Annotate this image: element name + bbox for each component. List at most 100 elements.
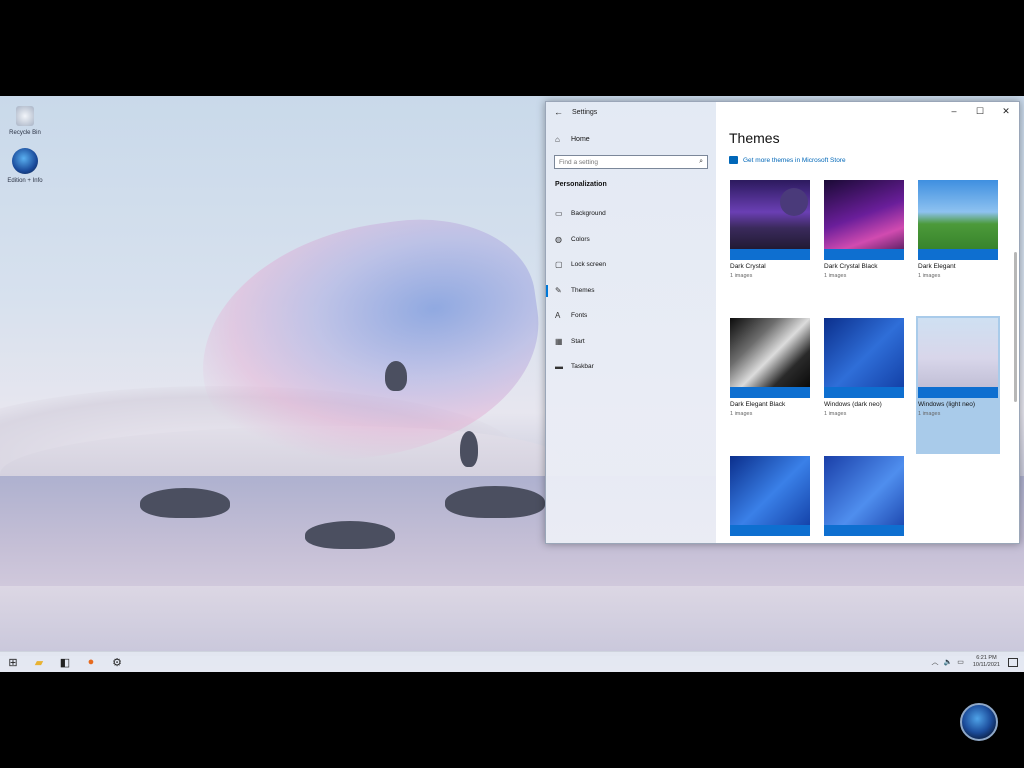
desktop-icon-edition-info[interactable]: Edition + Info — [4, 148, 46, 185]
start-icon: ▦ — [555, 336, 563, 346]
sidebar-item-start[interactable]: ▦ Start — [546, 329, 716, 355]
theme-thumbnail — [918, 180, 998, 260]
theme-image-count: 1 images — [730, 273, 753, 279]
theme-accent-bar — [918, 249, 998, 260]
font-icon: A — [555, 311, 561, 321]
sidebar-item-background[interactable]: ▭ Background — [546, 201, 716, 227]
theme-image-count: 1 images — [730, 411, 753, 417]
settings-gear-icon: ⚙ — [112, 656, 122, 669]
sidebar-item-label: Colors — [571, 235, 590, 243]
settings-content: – ☐ ✕ Themes Get more themes in Microsof… — [716, 102, 1019, 543]
theme-name: Dark Elegant — [918, 263, 956, 270]
clock-date: 10/11/2021 — [972, 662, 1000, 668]
theme-tile-dark-crystal[interactable]: Dark Crystal 1 images — [728, 178, 812, 316]
themes-grid: Dark Crystal 1 images Dark Crystal Black… — [728, 178, 1000, 592]
rock-scenery — [305, 521, 395, 549]
theme-accent-bar — [730, 249, 810, 260]
settings-taskbar-button[interactable]: ⚙ — [104, 652, 130, 673]
theme-name: Dark Elegant Black — [730, 401, 786, 408]
file-explorer-icon: ▰ — [34, 656, 44, 669]
channel-logo-icon — [960, 703, 998, 741]
theme-name: Windows (dark neo) — [824, 401, 882, 408]
sidebar-item-themes[interactable]: ✎ Themes — [546, 278, 716, 304]
theme-thumbnail — [824, 456, 904, 536]
theme-tile-windows-light-neo[interactable]: Windows (light neo) 1 images — [916, 316, 1000, 454]
start-button[interactable]: ⊞ — [0, 652, 26, 673]
firefox-icon: ● — [87, 656, 95, 668]
store-button[interactable]: ◧ — [52, 652, 78, 673]
system-tray: ︿ 🔈 ▭ 6:21 PM 10/11/2021 — [932, 652, 1024, 673]
home-icon: ⌂ — [555, 134, 560, 144]
theme-thumbnail — [730, 318, 810, 398]
theme-accent-bar — [730, 525, 810, 536]
theme-tile-dark-crystal-black[interactable]: Dark Crystal Black 1 images — [822, 178, 906, 316]
store-link[interactable]: Get more themes in Microsoft Store — [729, 156, 846, 164]
palette-icon: ◍ — [555, 234, 562, 244]
theme-tile-dark-elegant-black[interactable]: Dark Elegant Black 1 images — [728, 316, 812, 454]
store-icon: ◧ — [59, 656, 71, 669]
network-icon[interactable]: ▭ — [957, 658, 964, 666]
theme-accent-bar — [824, 525, 904, 536]
desktop-icon-recycle-bin[interactable]: Recycle Bin — [4, 106, 46, 137]
desktop-icon-label: Recycle Bin — [9, 130, 41, 136]
rock-scenery — [385, 361, 407, 391]
taskbar: ⊞ ▰ ◧ ● ⚙ ︿ 🔈 ▭ 6:21 PM 10/11/2021 — [0, 651, 1024, 672]
close-button[interactable]: ✕ — [993, 102, 1019, 122]
theme-tile-windows-8[interactable] — [822, 454, 906, 592]
theme-accent-bar — [918, 387, 998, 398]
theme-image-count: 1 images — [918, 411, 941, 417]
volume-icon[interactable]: 🔈 — [944, 658, 953, 666]
sidebar-item-fonts[interactable]: A Fonts — [546, 303, 716, 329]
planet-shape — [780, 188, 808, 216]
image-icon: ▭ — [555, 209, 563, 219]
sidebar-item-label: Background — [571, 210, 606, 218]
lock-screen-icon: ▢ — [555, 260, 563, 270]
theme-thumbnail — [824, 318, 904, 398]
search-input[interactable]: Find a setting ⌕ — [554, 155, 708, 169]
back-arrow-icon[interactable]: ← — [554, 107, 572, 117]
notification-icon[interactable] — [1008, 657, 1018, 667]
chevron-up-icon[interactable]: ︿ — [932, 657, 939, 667]
theme-name: Dark Crystal Black — [824, 263, 878, 270]
theme-tile-windows-dark-neo[interactable]: Windows (dark neo) 1 images — [822, 316, 906, 454]
figure-scenery — [460, 431, 478, 467]
window-controls: – ☐ ✕ — [941, 102, 1019, 122]
sidebar-item-label: Start — [571, 337, 585, 345]
file-explorer-button[interactable]: ▰ — [26, 652, 52, 673]
nav-home-label: Home — [571, 135, 590, 143]
theme-image-count: 1 images — [918, 273, 941, 279]
section-heading: Personalization — [555, 181, 607, 188]
maximize-button[interactable]: ☐ — [967, 102, 993, 122]
sidebar-item-label: Lock screen — [571, 261, 607, 269]
firefox-button[interactable]: ● — [78, 652, 104, 673]
start-icon: ⊞ — [8, 656, 18, 669]
shore-scenery — [0, 586, 1024, 656]
title-bar: ← Settings — [546, 102, 716, 122]
desktop-icon-label: Edition + Info — [7, 178, 43, 184]
theme-thumbnail — [730, 456, 810, 536]
sidebar-item-label: Taskbar — [571, 363, 594, 371]
theme-accent-bar — [730, 387, 810, 398]
rock-scenery — [445, 486, 545, 518]
minimize-button[interactable]: – — [941, 102, 967, 122]
nav-home[interactable]: ⌂ Home — [546, 128, 716, 150]
theme-accent-bar — [824, 249, 904, 260]
clock[interactable]: 6:21 PM 10/11/2021 — [973, 655, 1000, 669]
sidebar-item-colors[interactable]: ◍ Colors — [546, 227, 716, 253]
theme-thumbnail — [824, 180, 904, 260]
rock-scenery — [140, 488, 230, 518]
clock-time: 6:21 PM — [976, 655, 997, 661]
desktop: Recycle Bin Edition + Info ← Settings ⌂ … — [0, 96, 1024, 672]
taskbar-icon: ▬ — [555, 362, 563, 372]
sidebar-item-taskbar[interactable]: ▬ Taskbar — [546, 354, 716, 380]
theme-tile-dark-elegant[interactable]: Dark Elegant 1 images — [916, 178, 1000, 316]
scrollbar[interactable] — [1014, 252, 1017, 402]
theme-accent-bar — [824, 387, 904, 398]
theme-name: Windows (light neo) — [918, 401, 976, 408]
search-placeholder: Find a setting — [559, 158, 599, 166]
store-bag-icon — [729, 156, 738, 164]
theme-tile-windows-7[interactable] — [728, 454, 812, 592]
sidebar-item-label: Fonts — [571, 312, 588, 320]
sidebar-item-lock-screen[interactable]: ▢ Lock screen — [546, 252, 716, 278]
theme-image-count: 1 images — [824, 273, 847, 279]
